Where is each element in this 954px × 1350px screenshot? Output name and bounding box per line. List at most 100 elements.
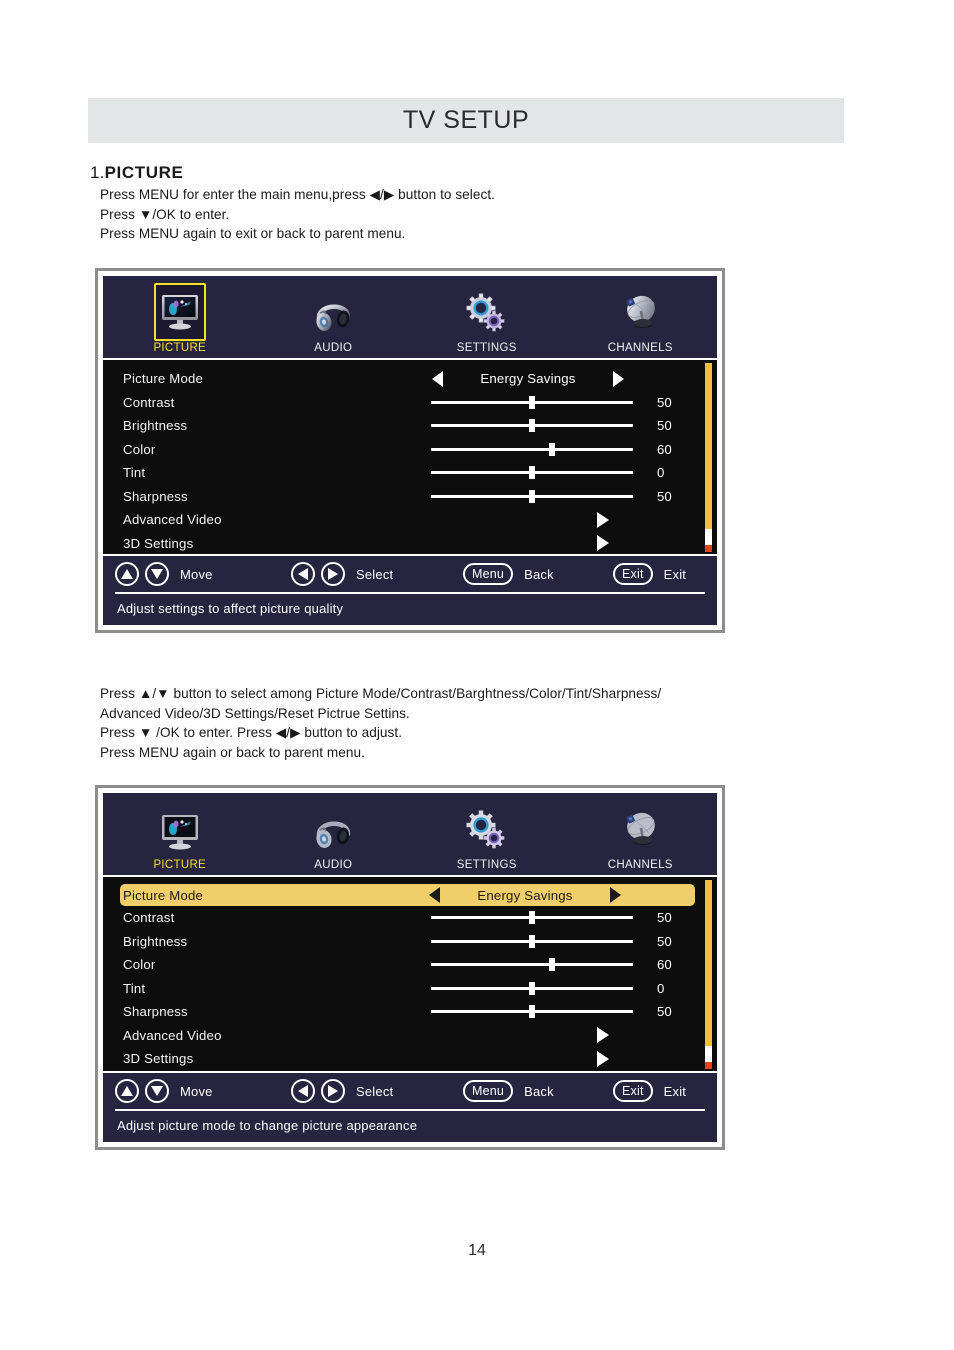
legend-exit[interactable]: Exit Exit <box>613 563 686 585</box>
arrow-down-icon[interactable] <box>145 1079 169 1103</box>
chevron-right-icon[interactable] <box>597 1027 609 1044</box>
arrow-right-icon[interactable] <box>321 562 345 586</box>
monitor-icon <box>153 283 206 341</box>
slider-knob[interactable] <box>529 489 535 503</box>
scrollbar-thumb[interactable] <box>705 363 712 530</box>
menu-row-brightness[interactable]: Brightness 50 <box>103 414 717 438</box>
exit-button[interactable]: Exit <box>613 1080 653 1102</box>
arrow-right-icon[interactable] <box>321 1079 345 1103</box>
menu-row-brightness[interactable]: Brightness 50 <box>103 930 717 954</box>
tab-notch <box>403 271 472 274</box>
gears-icon <box>462 805 512 857</box>
chevron-left-icon[interactable] <box>432 370 443 387</box>
osd-tab-label: PICTURE <box>153 859 207 871</box>
arrow-up-icon[interactable] <box>115 1079 139 1103</box>
osd-tab-channels[interactable]: CHANNELS <box>564 793 718 875</box>
legend-select[interactable]: Select <box>291 1079 463 1103</box>
legend-back[interactable]: Menu Back <box>463 563 613 585</box>
slider-knob[interactable] <box>529 395 535 409</box>
menu-row-picture-mode-selected[interactable]: Picture Mode Energy Savings <box>120 884 695 906</box>
menu-row-sharpness[interactable]: Sharpness 50 <box>103 485 717 509</box>
page-header-banner: TV SETUP <box>88 98 844 143</box>
menu-row-contrast[interactable]: Contrast 50 <box>103 906 717 930</box>
arrow-up-icon[interactable] <box>115 562 139 586</box>
menu-row-tint[interactable]: Tint 0 <box>103 977 717 1001</box>
menu-row-sharpness[interactable]: Sharpness 50 <box>103 1000 717 1024</box>
chevron-left-icon[interactable] <box>429 887 440 903</box>
menu-row-label: Tint <box>123 980 146 996</box>
osd-menu-list: Picture Mode Energy Savings Contrast 50 … <box>101 360 719 556</box>
arrow-down-icon[interactable] <box>145 562 169 586</box>
menu-row-3d-settings[interactable]: 3D Settings <box>103 1047 717 1071</box>
menu-row-color[interactable]: Color 60 <box>103 438 717 462</box>
satellite-dish-icon <box>615 288 665 340</box>
slider-knob[interactable] <box>529 419 535 433</box>
osd-tab-channels[interactable]: CHANNELS <box>564 276 718 358</box>
legend-exit[interactable]: Exit Exit <box>613 1080 686 1102</box>
menu-row-tint[interactable]: Tint 0 <box>103 461 717 485</box>
slider-knob[interactable] <box>549 442 556 456</box>
slider-knob[interactable] <box>529 911 535 925</box>
osd-tab-settings[interactable]: SETTINGS <box>410 276 564 358</box>
menu-row-color[interactable]: Color 60 <box>103 953 717 977</box>
menu-scrollbar[interactable] <box>705 363 712 552</box>
menu-row-3d-settings[interactable]: 3D Settings <box>103 532 717 555</box>
chevron-right-icon[interactable] <box>597 535 609 552</box>
osd-tab-audio[interactable]: AUDIO <box>257 793 411 875</box>
section-number: 1. <box>90 163 105 182</box>
menu-row-advanced-video[interactable]: Advanced Video <box>103 508 717 532</box>
osd-tab-picture[interactable]: PICTURE <box>103 276 257 358</box>
instructions-middle: Press ▲/▼ button to select among Picture… <box>100 686 662 760</box>
scrollbar-thumb[interactable] <box>705 880 712 1047</box>
sharpness-value: 50 <box>657 1004 672 1020</box>
arrow-left-icon[interactable] <box>291 562 315 586</box>
contrast-slider[interactable] <box>431 394 633 410</box>
tab-notch <box>569 788 638 791</box>
menu-row-advanced-video[interactable]: Advanced Video <box>103 1024 717 1048</box>
picture-mode-stepper[interactable]: Energy Savings <box>410 887 640 903</box>
monitor-icon <box>155 806 205 858</box>
chevron-right-icon[interactable] <box>597 511 609 528</box>
contrast-slider[interactable] <box>431 910 633 926</box>
menu-row-label: Picture Mode <box>123 887 204 903</box>
menu-button[interactable]: Menu <box>463 1080 514 1102</box>
menu-button[interactable]: Menu <box>463 563 514 585</box>
legend-move[interactable]: Move <box>115 1079 291 1103</box>
color-slider[interactable] <box>431 957 633 973</box>
chevron-right-icon[interactable] <box>610 887 621 903</box>
legend-back[interactable]: Menu Back <box>463 1080 613 1102</box>
chevron-right-icon[interactable] <box>613 370 624 387</box>
brightness-slider[interactable] <box>431 933 633 949</box>
brightness-slider[interactable] <box>431 418 633 434</box>
menu-row-label: Advanced Video <box>123 1027 222 1043</box>
chevron-right-icon[interactable] <box>597 1050 609 1067</box>
exit-button[interactable]: Exit <box>613 563 653 585</box>
sharpness-value: 50 <box>657 488 672 504</box>
menu-scrollbar[interactable] <box>705 880 712 1069</box>
tint-slider[interactable] <box>431 465 633 481</box>
color-slider[interactable] <box>431 441 633 457</box>
menu-row-contrast[interactable]: Contrast 50 <box>103 391 717 415</box>
slider-knob[interactable] <box>549 958 556 972</box>
tint-slider[interactable] <box>431 980 633 996</box>
tab-notch <box>238 271 306 274</box>
arrow-left-icon[interactable] <box>291 1079 315 1103</box>
picture-mode-stepper[interactable]: Energy Savings <box>413 370 643 387</box>
slider-knob[interactable] <box>529 934 535 948</box>
slider-knob[interactable] <box>529 466 535 480</box>
tint-value: 0 <box>657 465 665 481</box>
slider-knob[interactable] <box>529 981 535 995</box>
osd-tab-bar: PICTURE AUDIO SETTINGS CHANNELS <box>101 271 719 360</box>
menu-row-picture-mode[interactable]: Picture Mode Energy Savings <box>103 367 717 391</box>
osd-tab-picture[interactable]: PICTURE <box>103 793 257 875</box>
osd-tab-settings[interactable]: SETTINGS <box>410 793 564 875</box>
osd-tab-audio[interactable]: AUDIO <box>257 276 411 358</box>
menu-row-label: Contrast <box>123 394 175 410</box>
sharpness-slider[interactable] <box>431 1004 633 1020</box>
legend-select[interactable]: Select <box>291 562 463 586</box>
slider-knob[interactable] <box>529 1005 535 1019</box>
legend-move[interactable]: Move <box>115 562 291 586</box>
menu-row-label: Tint <box>123 465 146 481</box>
menu-row-label: Picture Mode <box>123 371 204 387</box>
sharpness-slider[interactable] <box>431 488 633 504</box>
